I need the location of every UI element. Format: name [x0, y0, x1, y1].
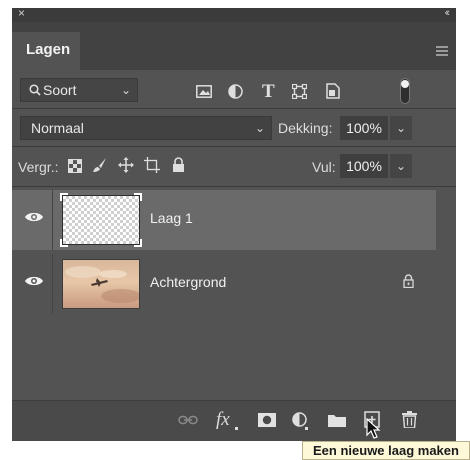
- shape-filter-icon[interactable]: [292, 84, 307, 99]
- lock-icon[interactable]: [403, 274, 414, 288]
- collapse-panel-button[interactable]: ‹‹: [445, 7, 451, 19]
- layer-name[interactable]: Achtergrond: [150, 274, 226, 290]
- layer-row-laag-1[interactable]: Laag 1: [12, 190, 436, 250]
- smart-object-filter-icon[interactable]: [326, 83, 340, 99]
- layers-scrollbar[interactable]: [436, 190, 456, 400]
- layers-list: Laag 1 Achtergrond: [12, 190, 456, 400]
- panel-tab-row: Lagen: [12, 22, 456, 70]
- link-layers-icon[interactable]: [178, 415, 198, 425]
- fill-label: Vul:: [312, 159, 336, 175]
- divider: [12, 186, 456, 187]
- opacity-slider-button[interactable]: ⌄: [390, 116, 412, 140]
- lock-image-pixels-icon[interactable]: [92, 157, 108, 173]
- layers-bottom-toolbar: fx: [12, 400, 456, 441]
- eye-icon[interactable]: [24, 210, 44, 224]
- search-icon: [29, 84, 41, 96]
- tab-layers[interactable]: Lagen: [12, 32, 80, 70]
- chevron-down-icon: ⌄: [120, 83, 131, 97]
- blend-mode-dropdown[interactable]: Normaal ⌄: [20, 116, 272, 140]
- divider: [52, 190, 53, 250]
- image-filter-icon[interactable]: [196, 85, 212, 98]
- eye-icon[interactable]: [24, 274, 44, 288]
- lock-transparent-pixels-icon[interactable]: [68, 159, 82, 173]
- filter-kind-label: Soort: [43, 82, 77, 98]
- layer-mask-icon[interactable]: [258, 413, 276, 427]
- layer-thumbnail[interactable]: [62, 259, 140, 309]
- group-folder-icon[interactable]: [328, 413, 346, 427]
- opacity-input[interactable]: 100%: [340, 116, 388, 140]
- chevron-down-icon: ⌄: [254, 121, 265, 135]
- panel-menu-icon[interactable]: [436, 46, 448, 56]
- fx-dot: [235, 427, 238, 430]
- opacity-label: Dekking:: [278, 120, 333, 136]
- adjustment-filter-icon[interactable]: [228, 84, 243, 99]
- filter-kind-dropdown[interactable]: Soort ⌄: [20, 78, 138, 102]
- type-filter-icon[interactable]: T: [262, 81, 275, 103]
- panel-titlebar: × ‹‹: [12, 6, 456, 22]
- fill-input[interactable]: 100%: [340, 154, 388, 178]
- fx-icon[interactable]: fx: [216, 409, 230, 431]
- lock-artboard-icon[interactable]: [144, 157, 160, 173]
- lock-label: Vergr.:: [18, 159, 59, 175]
- trash-icon[interactable]: [402, 411, 417, 428]
- lock-position-icon[interactable]: [118, 157, 134, 173]
- divider: [12, 108, 456, 109]
- layer-thumbnail[interactable]: [60, 193, 142, 247]
- layers-panel: × ‹‹ Lagen Soort ⌄ T Normaal ⌄ Dekking: …: [12, 6, 456, 441]
- airplane-image: [65, 266, 139, 303]
- layer-row-achtergrond[interactable]: Achtergrond: [12, 254, 436, 314]
- filter-toggle-icon[interactable]: [400, 78, 410, 104]
- close-panel-button[interactable]: ×: [18, 6, 25, 20]
- fill-slider-button[interactable]: ⌄: [390, 154, 412, 178]
- adjustment-layer-icon[interactable]: [292, 412, 310, 430]
- tooltip: Een nieuwe laag maken: [302, 441, 470, 460]
- divider: [12, 146, 456, 147]
- mouse-cursor-icon: [366, 418, 381, 439]
- layer-name[interactable]: Laag 1: [150, 210, 193, 226]
- blend-mode-label: Normaal: [31, 120, 84, 136]
- lock-all-icon[interactable]: [172, 157, 185, 173]
- divider: [52, 254, 53, 314]
